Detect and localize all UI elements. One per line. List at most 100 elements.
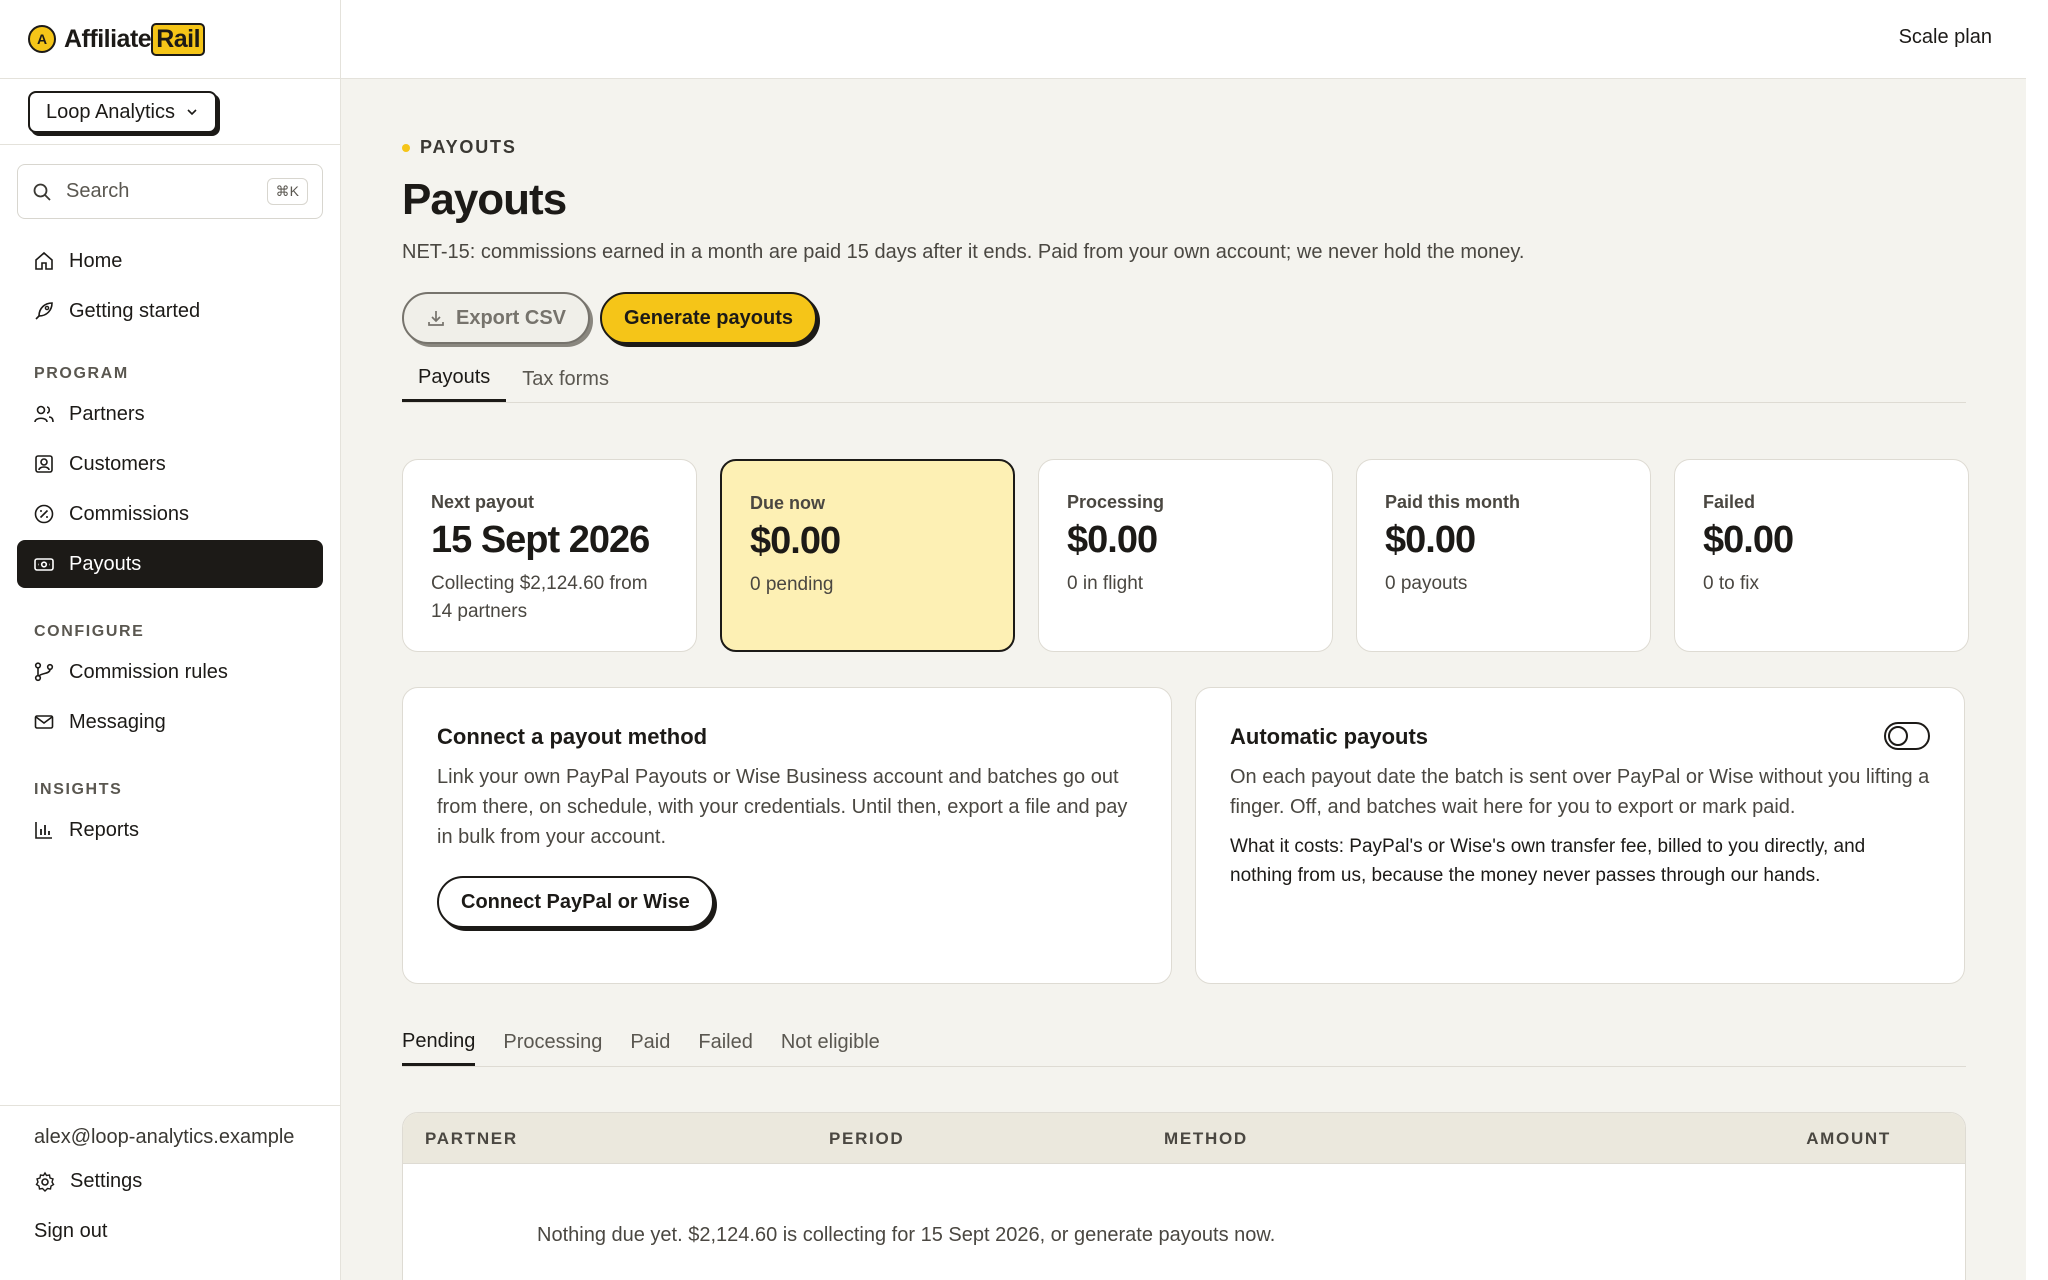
page-title: Payouts	[402, 175, 567, 224]
sidebar-item-commission-rules[interactable]: Commission rules	[17, 648, 323, 696]
export-csv-button[interactable]: Export CSV	[402, 292, 591, 344]
signout-label: Sign out	[34, 1220, 108, 1242]
sidebar-item-reports[interactable]: Reports	[17, 806, 323, 854]
tab-tax-forms[interactable]: Tax forms	[506, 356, 625, 402]
stat-value: $0.00	[1067, 519, 1158, 561]
settings-link[interactable]: Settings	[34, 1170, 142, 1193]
column-header-period[interactable]: PERIOD	[829, 1113, 904, 1164]
sidebar-item-label: Messaging	[69, 710, 166, 733]
nav-top: Home Getting started	[17, 237, 323, 337]
column-header-amount[interactable]: AMOUNT	[1806, 1113, 1891, 1164]
tab-processing[interactable]: Processing	[503, 1019, 602, 1066]
auto-panel-body: On each payout date the batch is sent ov…	[1230, 766, 1930, 818]
sidebar-item-home[interactable]: Home	[17, 237, 323, 285]
tab-pending[interactable]: Pending	[402, 1019, 476, 1066]
sidebar: A Affiliate Rail Loop Analytics Search ⌘K…	[0, 0, 341, 1280]
status-tabs: Pending Processing Paid Failed Not eligi…	[402, 1019, 1966, 1067]
sidebar-item-messaging[interactable]: Messaging	[17, 698, 323, 746]
table-empty-message: Nothing due yet. $2,124.60 is collecting…	[537, 1224, 1276, 1246]
sidebar-item-partners[interactable]: Partners	[17, 390, 323, 438]
panels-row: Connect a payout method Link your own Pa…	[402, 687, 1965, 984]
sidebar-item-label: Partners	[69, 402, 145, 425]
sidebar-item-label: Customers	[69, 452, 166, 475]
tab-payouts[interactable]: Payouts	[402, 356, 507, 402]
stat-value: 15 Sept 2026	[431, 519, 650, 561]
brand-name: Affiliate	[64, 24, 152, 53]
stat-value: $0.00	[1385, 519, 1476, 561]
connect-panel-body: Link your own PayPal Payouts or Wise Bus…	[437, 766, 1128, 848]
percent-icon	[34, 504, 54, 524]
connect-panel-title: Connect a payout method	[437, 724, 708, 749]
workspace-switcher-wrap: Loop Analytics	[0, 79, 340, 145]
sidebar-item-commissions[interactable]: Commissions	[17, 490, 323, 538]
sidebar-item-label: Payouts	[69, 552, 142, 575]
topbar: Scale plan	[341, 0, 2026, 79]
auto-panel-title: Automatic payouts	[1230, 724, 1429, 749]
nav-section-configure: CONFIGURE Commission rules Messaging	[17, 616, 323, 748]
contact-icon	[35, 455, 53, 473]
tab-not-eligible[interactable]: Not eligible	[781, 1019, 880, 1066]
stat-sub: Collecting $2,124.60 from 14 partners	[431, 573, 648, 622]
stat-label: Paid this month	[1385, 492, 1520, 512]
stats-row: Next payout 15 Sept 2026 Collecting $2,1…	[402, 459, 1969, 652]
bar-chart-icon	[35, 822, 52, 839]
auto-panel-cost: What it costs: PayPal's or Wise's own tr…	[1230, 836, 1866, 886]
workspace-name: Loop Analytics	[46, 100, 175, 123]
stat-label: Processing	[1067, 492, 1165, 512]
nav-section-program: PROGRAM Partners Customers Commissions P…	[17, 358, 323, 590]
brand-logo-icon: A	[28, 25, 56, 53]
settings-label: Settings	[70, 1170, 143, 1192]
stat-sub: 0 payouts	[1385, 573, 1468, 594]
sidebar-item-label: Getting started	[69, 299, 201, 322]
stat-card-due-now: Due now $0.00 0 pending	[720, 459, 1015, 652]
page-description: NET-15: commissions earned in a month ar…	[402, 241, 1525, 263]
stat-card-paid-this-month: Paid this month $0.00 0 payouts	[1356, 459, 1651, 652]
workspace-switcher[interactable]: Loop Analytics	[28, 91, 217, 133]
tab-failed[interactable]: Failed	[698, 1019, 752, 1066]
download-icon	[428, 311, 444, 326]
plan-link[interactable]: Scale plan	[1899, 26, 1992, 49]
stat-value: $0.00	[750, 520, 841, 562]
connect-payout-panel: Connect a payout method Link your own Pa…	[402, 687, 1172, 984]
sidebar-item-payouts[interactable]: Payouts	[17, 540, 323, 588]
chevron-down-icon	[187, 109, 197, 116]
search-shortcut: ⌘K	[266, 178, 308, 205]
sidebar-footer: alex@loop-analytics.example Settings Sig…	[0, 1105, 341, 1280]
toggle-knob	[1888, 726, 1908, 746]
generate-payouts-label: Generate payouts	[624, 306, 793, 329]
banknote-icon	[34, 558, 54, 571]
stat-label: Due now	[750, 493, 825, 513]
nav-section-title: INSIGHTS	[34, 781, 123, 798]
tab-paid[interactable]: Paid	[630, 1019, 670, 1066]
brand-name-highlight: Rail	[151, 22, 206, 56]
sidebar-item-label: Commission rules	[69, 660, 228, 683]
stat-card-failed: Failed $0.00 0 to fix	[1674, 459, 1969, 652]
stat-label: Next payout	[431, 492, 535, 512]
rocket-icon	[35, 302, 53, 320]
scrollbar[interactable]	[2026, 0, 2048, 1280]
signout-link[interactable]: Sign out	[34, 1220, 107, 1243]
gear-icon	[35, 1171, 55, 1192]
search-icon	[33, 183, 51, 201]
column-header-method[interactable]: METHOD	[1164, 1113, 1248, 1164]
connect-paypal-wise-button[interactable]: Connect PayPal or Wise	[437, 876, 714, 928]
export-csv-label: Export CSV	[456, 306, 567, 329]
sidebar-item-customers[interactable]: Customers	[17, 440, 323, 488]
sidebar-item-getting-started[interactable]: Getting started	[17, 287, 323, 335]
nav-section-insights: INSIGHTS Reports	[17, 774, 323, 856]
stat-label: Failed	[1703, 492, 1756, 512]
search-placeholder: Search	[66, 180, 130, 202]
nav-section-title: CONFIGURE	[34, 623, 145, 640]
generate-payouts-button[interactable]: Generate payouts	[600, 292, 817, 344]
automatic-payouts-toggle[interactable]	[1884, 722, 1930, 750]
users-icon	[34, 405, 54, 423]
eyebrow-dot-icon	[402, 143, 410, 152]
page-tabs: Payouts Tax forms	[402, 356, 1966, 403]
stat-value: $0.00	[1703, 519, 1794, 561]
column-header-partner[interactable]: PARTNER	[425, 1113, 518, 1164]
home-icon	[35, 251, 53, 270]
search-input[interactable]: Search ⌘K	[17, 164, 323, 219]
brand[interactable]: A Affiliate Rail	[0, 0, 340, 79]
user-email: alex@loop-analytics.example	[34, 1126, 295, 1148]
sidebar-item-label: Commissions	[69, 502, 190, 525]
